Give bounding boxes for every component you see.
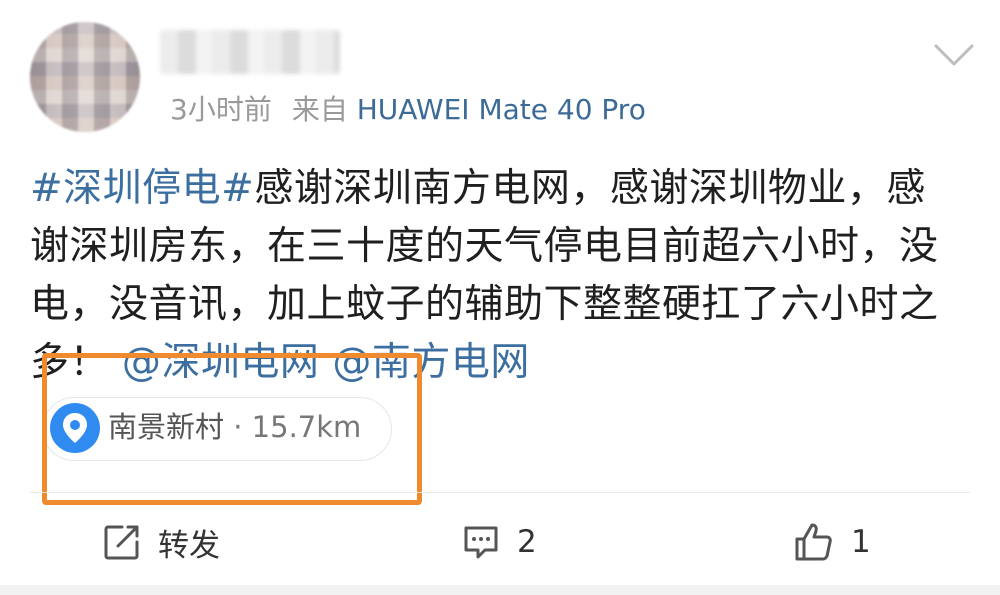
source-prefix: 来自 <box>291 93 348 126</box>
like-icon <box>795 523 832 561</box>
like-count: 1 <box>851 524 871 560</box>
comment-count: 2 <box>517 524 537 560</box>
content-line-1: #深圳停电#感谢深圳南方电网，感谢深圳物业，感 <box>30 160 970 218</box>
content-line-2: 谢深圳房东，在三十度的天气停电目前超六小时，没 <box>30 224 939 269</box>
content-line-3: 电，没音讯，加上蚊子的辅助下整整硬扛了六小时之 <box>30 282 939 327</box>
highlight-box <box>42 353 422 505</box>
bottom-separator <box>0 585 1000 595</box>
avatar[interactable] <box>30 22 140 132</box>
like-button[interactable]: 1 <box>793 520 871 564</box>
content-text: 感谢深圳南方电网，感谢深圳物业，感 <box>254 166 926 211</box>
divider <box>30 492 970 493</box>
comment-button[interactable]: 2 <box>461 520 537 564</box>
post-meta: 3小时前 来自 HUAWEI Mate 40 Pro <box>170 88 646 128</box>
post-time: 3小时前 <box>170 93 272 126</box>
repost-icon <box>104 525 139 560</box>
username-blurred[interactable] <box>160 30 340 74</box>
chevron-down-icon[interactable] <box>932 40 976 70</box>
source-device[interactable]: HUAWEI Mate 40 Pro <box>357 93 646 126</box>
topic-link[interactable]: #深圳停电# <box>30 166 254 211</box>
comment-icon <box>464 526 498 559</box>
repost-button[interactable]: 转发 <box>102 520 220 564</box>
repost-label: 转发 <box>158 527 220 564</box>
